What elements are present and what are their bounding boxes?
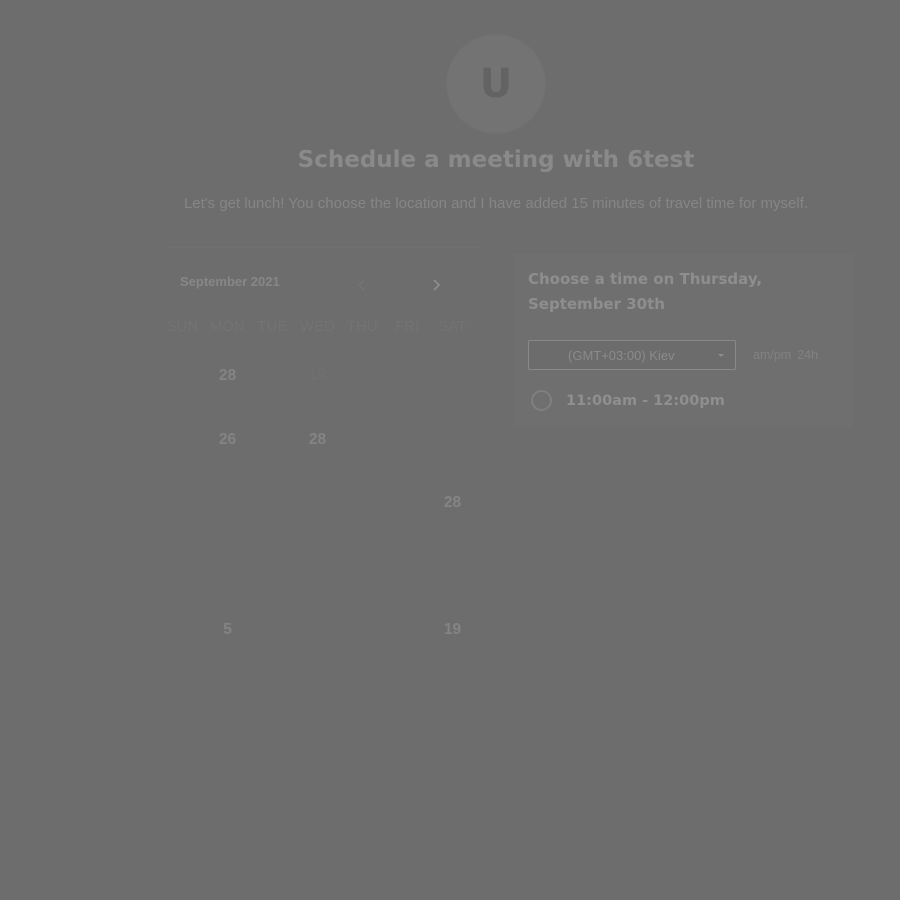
calendar-day-available[interactable]: 28 xyxy=(205,352,250,400)
weekday-label: FRI xyxy=(395,319,420,335)
divider xyxy=(520,322,840,323)
calendar-day xyxy=(160,479,205,527)
chevron-left-icon xyxy=(357,279,365,291)
weekday-label: MON xyxy=(210,319,245,335)
calendar-day xyxy=(430,543,475,591)
calendar-week: 28 xyxy=(160,479,475,543)
calendar-day xyxy=(250,606,295,654)
calendar-day xyxy=(295,479,340,527)
meeting-description: Let's get lunch! You choose the location… xyxy=(183,195,809,212)
weekday-label: SUN xyxy=(166,319,199,335)
calendar-week: 28 19 xyxy=(160,352,475,416)
caret-down-icon xyxy=(718,354,724,357)
calendar-day xyxy=(340,606,385,654)
calendar-day xyxy=(160,352,205,400)
calendar-week: 5 19 xyxy=(160,606,475,670)
calendar-week: 26 28 xyxy=(160,416,475,480)
calendar-day xyxy=(250,352,295,400)
calendar-day xyxy=(160,416,205,464)
avatar-initial: U xyxy=(479,61,513,107)
calendar-day xyxy=(340,352,385,400)
timezone-value: (GMT+03:00) Kiev xyxy=(568,347,675,363)
calendar-grid: 28 19 26 28 28 5 19 xyxy=(160,352,475,670)
calendar-day xyxy=(385,606,430,654)
next-month-button[interactable] xyxy=(425,274,447,296)
calendar-day xyxy=(250,479,295,527)
choose-time-heading: Choose a time on Thursday, September 30t… xyxy=(528,270,763,313)
calendar-day xyxy=(340,479,385,527)
calendar-day xyxy=(385,416,430,464)
weekday-label: SAT xyxy=(438,319,467,335)
calendar-day xyxy=(160,606,205,654)
radio-button[interactable] xyxy=(531,390,552,411)
calendar-day xyxy=(250,416,295,464)
calendar-week xyxy=(160,543,475,607)
calendar-day-available[interactable]: 28 xyxy=(295,416,340,464)
calendar-day xyxy=(430,416,475,464)
format-12h-option[interactable]: am/pm xyxy=(753,348,791,362)
calendar-month-label: September 2021 xyxy=(180,274,280,289)
calendar-day xyxy=(385,543,430,591)
format-24h-option[interactable]: 24h xyxy=(797,348,818,362)
calendar-day xyxy=(205,479,250,527)
calendar-day xyxy=(205,543,250,591)
calendar-day xyxy=(160,543,205,591)
calendar-day: 19 xyxy=(308,367,327,384)
time-slot-label: 11:00am - 12:00pm xyxy=(566,392,725,409)
calendar-day-available[interactable]: 19 xyxy=(430,606,475,654)
calendar-day-available[interactable]: 5 xyxy=(205,606,250,654)
weekday-label: THU xyxy=(347,319,378,335)
calendar-day xyxy=(385,479,430,527)
calendar-day xyxy=(295,543,340,591)
calendar-day-available[interactable]: 28 xyxy=(430,479,475,527)
timezone-select[interactable]: (GMT+03:00) Kiev xyxy=(528,340,736,370)
calendar-day xyxy=(385,352,430,400)
calendar-day xyxy=(295,606,340,654)
calendar-day xyxy=(430,352,475,400)
weekday-header: SUN MON TUE WED THU FRI SAT xyxy=(160,319,475,335)
chevron-right-icon xyxy=(433,279,441,291)
time-slot[interactable]: 11:00am - 12:00pm xyxy=(531,390,725,411)
calendar-day xyxy=(340,416,385,464)
page-title: Schedule a meeting with 6test xyxy=(297,147,695,173)
divider xyxy=(165,247,483,248)
avatar: U xyxy=(447,35,545,133)
time-format-toggle: am/pm 24h xyxy=(753,348,818,362)
weekday-label: WED xyxy=(300,319,335,335)
weekday-label: TUE xyxy=(257,319,288,335)
prev-month-button[interactable] xyxy=(351,274,373,296)
calendar-day xyxy=(250,543,295,591)
calendar-day xyxy=(340,543,385,591)
calendar-day-available[interactable]: 26 xyxy=(205,416,250,464)
